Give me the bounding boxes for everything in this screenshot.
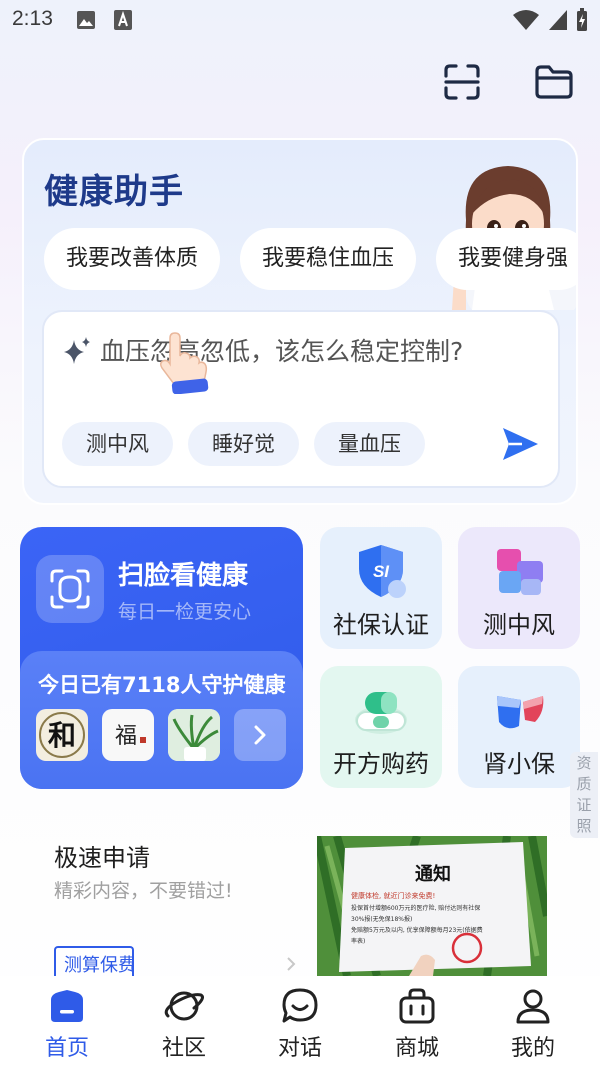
goal-chip-row: 我要改善体质 我要稳住血压 我要健身强: [44, 228, 576, 292]
promo-title: 极速申请: [54, 844, 150, 872]
feature-stroke-test[interactable]: 测中风: [458, 527, 580, 649]
profile-icon: [516, 989, 550, 1024]
promo-notice-image[interactable]: 通知 健康体检, 就近门诊来免费! 投保首付增额600万元的医疗险, 赔付达则有…: [317, 836, 547, 976]
nav-label: 社区: [161, 1036, 206, 1061]
feature-label: 肾小保: [483, 750, 555, 778]
nav-label: 首页: [44, 1036, 89, 1061]
thumb-text-he: 和: [48, 719, 76, 752]
qualification-tag[interactable]: 资质证照: [570, 752, 598, 838]
nav-community[interactable]: 社区: [124, 976, 244, 1066]
nav-label: 我的: [510, 1036, 555, 1061]
health-assistant-card: 健康助手 我要改善体质 我要稳住血压 我要健身强 血压忽高忽低，该怎么稳定控制? 测: [22, 138, 578, 505]
feature-label: 开方购药: [333, 750, 429, 778]
user-avatar-thumb: 福: [102, 709, 154, 761]
chevron-right-icon: [287, 957, 296, 971]
goal-chip-improve-constitution[interactable]: 我要改善体质: [44, 228, 221, 290]
user-avatar-thumb: 和: [36, 709, 88, 761]
signal-icon: [549, 10, 567, 30]
scan-subtitle: 每日一检更安心: [118, 601, 252, 623]
notice-line: 免赔额5万元及以内, 优享保障额每月23元(依据费: [351, 926, 483, 934]
notice-line: 投保首付增额600万元的医疗险, 赔付达则有社保: [351, 904, 480, 912]
face-scan-card[interactable]: 扫脸看健康 每日一检更安心 今日已有7118人守护健康 和 福: [20, 527, 303, 789]
goal-chip-stabilize-bp[interactable]: 我要稳住血压: [240, 228, 417, 290]
query-input-box[interactable]: 血压忽高忽低，该怎么稳定控制? 测中风 睡好觉 量血压: [42, 310, 560, 488]
community-planet-icon: [164, 991, 204, 1021]
wifi-icon: [513, 10, 539, 30]
nav-profile[interactable]: 我的: [473, 976, 593, 1066]
battery-icon: [577, 8, 587, 31]
send-icon[interactable]: [500, 424, 540, 464]
guard-panel: 今日已有7118人守护健康 和 福: [20, 651, 303, 789]
nav-label: 商城: [394, 1036, 439, 1061]
stroke-check-icon: [497, 549, 543, 595]
si-icon-text: SI: [373, 562, 390, 581]
suggestion-row: 测中风 睡好觉 量血压: [62, 422, 440, 466]
guard-count-text: 今日已有7118人守护健康: [38, 673, 286, 697]
feature-social-security[interactable]: SI 社保认证: [320, 527, 442, 649]
nav-label: 对话: [277, 1036, 322, 1061]
feature-prescription-drugs[interactable]: 开方购药: [320, 666, 442, 788]
goal-chip-fitness[interactable]: 我要健身强: [436, 228, 576, 290]
hand-pointer-icon: [159, 332, 209, 394]
suggestion-chip-measure-bp[interactable]: 量血压: [314, 422, 425, 466]
scan-icon[interactable]: [442, 62, 482, 102]
social-security-icon: SI: [359, 545, 406, 598]
nav-home[interactable]: 首页: [7, 976, 127, 1066]
feature-label: 社保认证: [333, 611, 429, 639]
feature-label: 测中风: [483, 611, 555, 639]
bottom-nav: 首页 社区 对话 商城 我的: [0, 976, 600, 1066]
folder-icon[interactable]: [534, 62, 574, 102]
user-avatar-thumb: [168, 709, 220, 761]
thumb-text-fu: 福: [115, 724, 137, 749]
sparkle-icon: [64, 337, 90, 364]
chevron-right-icon: [254, 725, 266, 745]
promo-subtitle: 精彩内容，不要错过!: [54, 880, 233, 902]
notice-line: 率表): [351, 937, 365, 945]
notice-line: 30%报(无免保18%报): [351, 915, 412, 923]
shop-icon: [399, 988, 435, 1024]
prescription-icon: [355, 692, 407, 734]
suggestion-chip-sleep[interactable]: 睡好觉: [188, 422, 299, 466]
feature-kidney-care[interactable]: 肾小保: [458, 666, 580, 788]
premium-calc-button[interactable]: 测算保费: [54, 946, 134, 976]
face-scan-icon: [36, 555, 104, 623]
photo-icon: [77, 11, 95, 29]
more-users-button[interactable]: [234, 709, 286, 761]
query-text: 血压忽高忽低，该怎么稳定控制?: [100, 337, 464, 366]
home-icon: [51, 990, 83, 1022]
nav-chat[interactable]: 对话: [240, 976, 360, 1066]
scan-title: 扫脸看健康: [118, 561, 249, 591]
suggestion-chip-stroke-test[interactable]: 测中风: [62, 422, 173, 466]
chat-icon: [282, 988, 318, 1023]
status-bar: 2:13: [0, 0, 600, 42]
kidney-icon: [497, 696, 544, 729]
status-time: 2:13: [12, 7, 53, 30]
font-icon: [114, 10, 132, 30]
assistant-title: 健康助手: [44, 172, 184, 212]
notice-title: 通知: [415, 863, 451, 885]
nav-shop[interactable]: 商城: [357, 976, 477, 1066]
notice-line: 健康体检, 就近门诊来免费!: [351, 891, 435, 900]
